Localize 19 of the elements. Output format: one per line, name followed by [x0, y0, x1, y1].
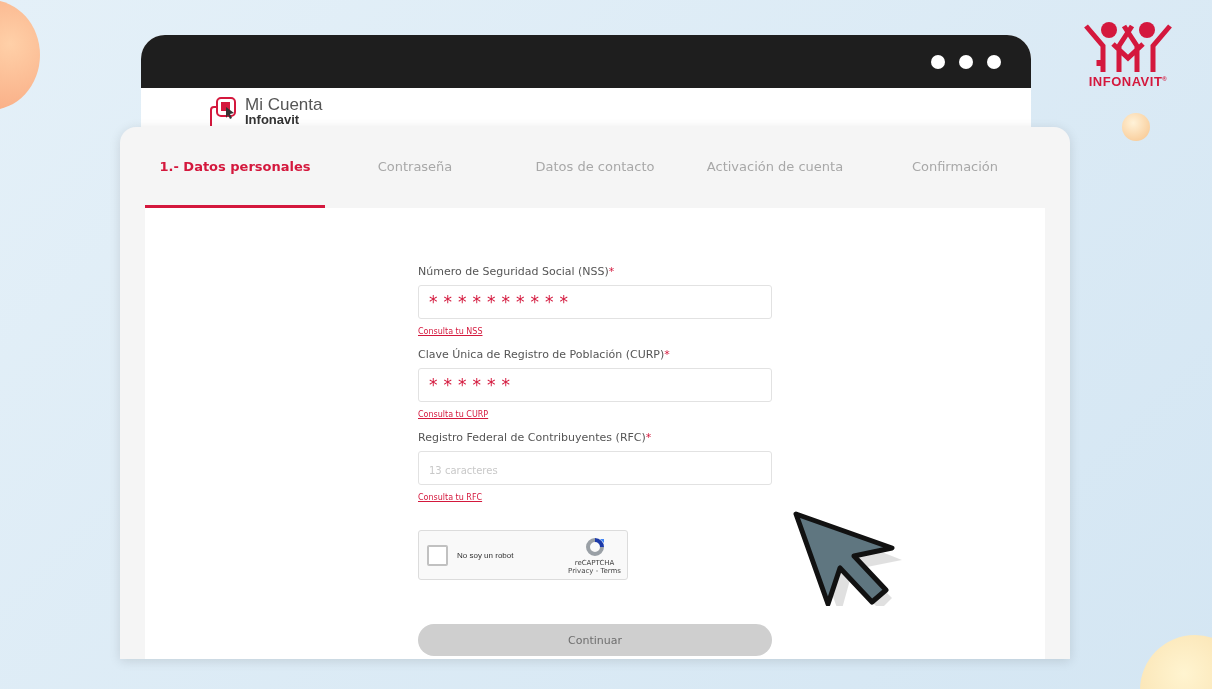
lookup-link[interactable]: Consulta tu NSS [418, 327, 483, 336]
checkbox[interactable] [427, 544, 448, 566]
window-dot-icon [987, 54, 1001, 69]
window-dot-icon [931, 54, 945, 69]
input-field[interactable]: ****** [418, 368, 772, 402]
cursor-square-logo-icon [209, 96, 239, 126]
lookup-link[interactable]: Consulta tu CURP [418, 410, 489, 419]
logo-text: Infonavit [245, 113, 301, 126]
lookup-link[interactable]: Consulta tu RFC [418, 493, 483, 502]
houses-people-logo-icon [1083, 20, 1173, 72]
brand-name: INFONAVIT$^{®}$ [1088, 74, 1168, 89]
input-field[interactable]: ********** [418, 285, 772, 319]
field-label: Número de Seguridad Social (NSS)* [418, 265, 616, 278]
field-label: Registro Federal de Contribuyentes (RFC)* [418, 431, 653, 444]
window-dot-icon [959, 54, 973, 69]
logo-text: Mi Cuenta [245, 96, 323, 113]
field-label: Clave Única de Registro de Población (CURP)* [418, 348, 671, 361]
captcha-label: No soy un robot [457, 550, 515, 560]
decorative-ball [1122, 113, 1150, 141]
